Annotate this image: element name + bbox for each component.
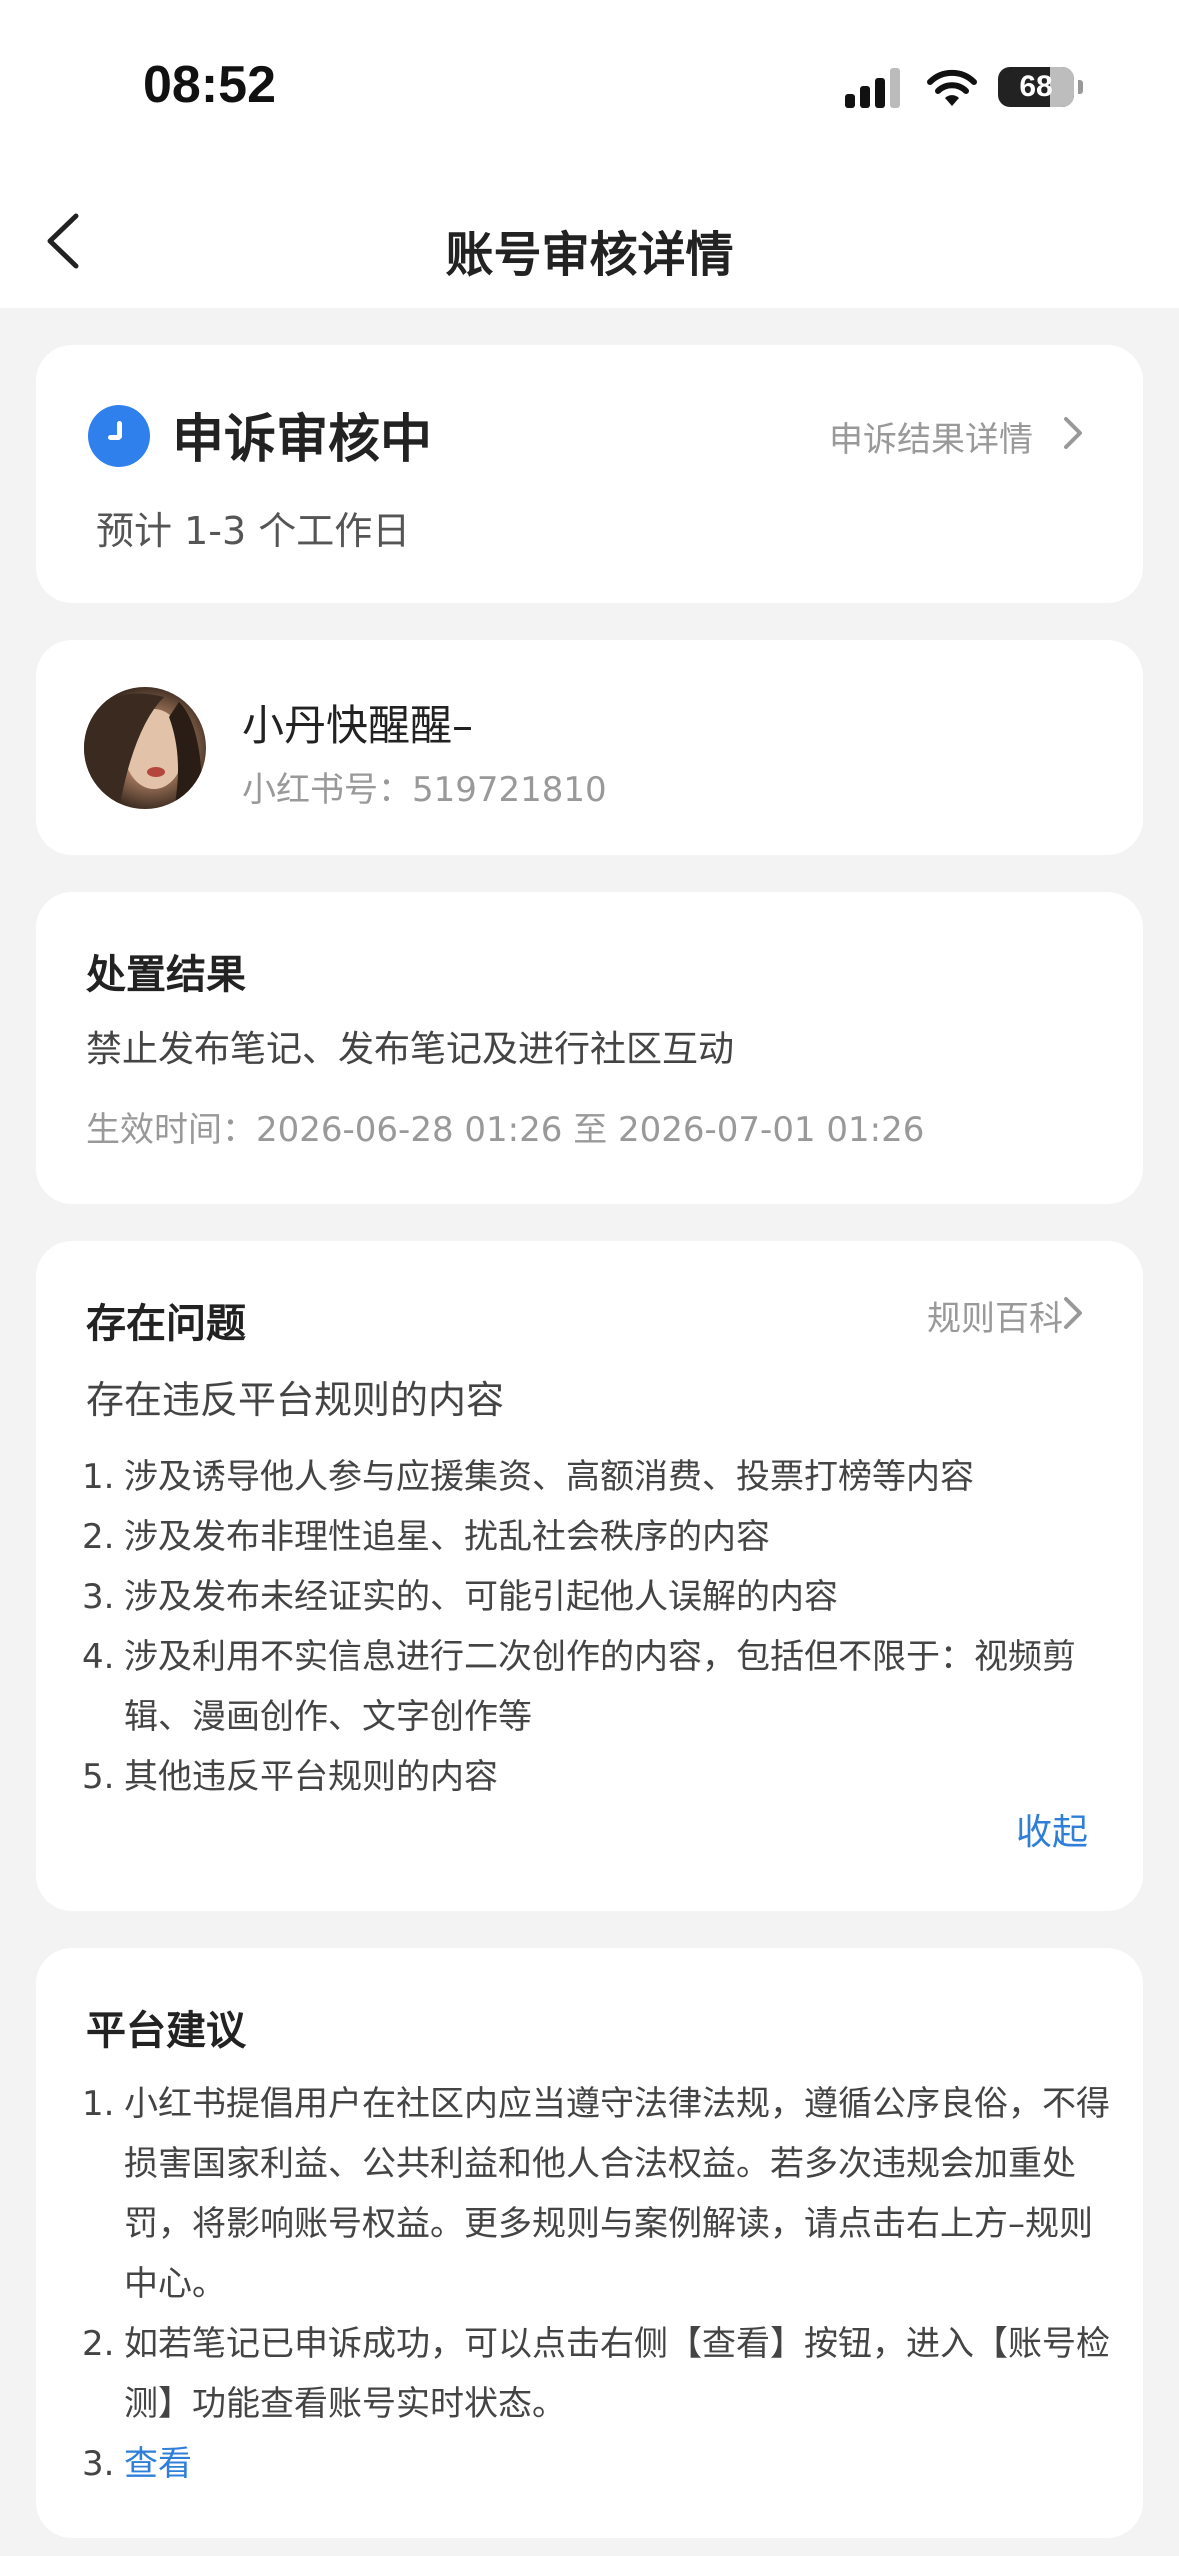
chevron-right-icon[interactable] — [1061, 1295, 1085, 1331]
issues-list: 1. 涉及诱导他人参与应援集资、高额消费、投票打榜等内容 2. 涉及发布非理性追星、… — [82, 1447, 1112, 1807]
issues-summary: 存在违反平台规则的内容 — [86, 1378, 505, 1422]
view-link[interactable]: 查看 — [124, 2444, 192, 2484]
list-item: 5. 其他违反平台规则的内容 — [82, 1757, 498, 1797]
appeal-status-title: 申诉审核中 — [172, 410, 433, 470]
list-item: 1. 涉及诱导他人参与应援集资、高额消费、投票打榜等内容 — [82, 1457, 974, 1497]
battery-icon: 68 — [998, 67, 1083, 107]
issues-card: 存在问题 规则百科 存在违反平台规则的内容 1. 涉及诱导他人参与应援集资、高额消… — [36, 1241, 1143, 1911]
list-item: 3. 涉及发布未经证实的、可能引起他人误解的内容 — [82, 1577, 838, 1617]
collapse-button[interactable]: 收起 — [1016, 1803, 1088, 1855]
list-item: 2. 涉及发布非理性追星、扰乱社会秩序的内容 — [82, 1517, 770, 1557]
issues-title: 存在问题 — [86, 1301, 246, 1347]
user-id: 小红书号：519721810 — [242, 770, 607, 810]
wifi-icon — [925, 66, 979, 110]
user-card: 小丹快醒醒– 小红书号：519721810 — [36, 640, 1143, 855]
disposal-effective-time: 生效时间：2026-06-28 01:26 至 2026-07-01 01:26 — [86, 1110, 925, 1150]
chevron-right-icon[interactable] — [1061, 415, 1085, 451]
list-item: 3. 查看 — [82, 2444, 192, 2484]
disposal-result: 禁止发布笔记、发布笔记及进行社区互动 — [86, 1029, 735, 1070]
disposal-card: 处置结果 禁止发布笔记、发布笔记及进行社区互动 生效时间：2026-06-28 … — [36, 892, 1143, 1204]
status-bar: 08:52 68 — [0, 0, 1179, 175]
user-name: 小丹快醒醒– — [242, 701, 474, 750]
battery-percent: 68 — [1019, 70, 1053, 103]
appeal-status-card: 申诉审核中 申诉结果详情 预计 1-3 个工作日 — [36, 345, 1143, 603]
clock-icon — [88, 405, 150, 467]
advice-card: 平台建议 1. 小红书提倡用户在社区内应当遵守法律法规，遵循公序良俗，不得损害国家… — [36, 1948, 1143, 2538]
list-item: 2. 如若笔记已申诉成功，可以点击右侧【查看】按钮，进入【账号检测】功能查看账号实… — [82, 2324, 1110, 2424]
status-time: 08:52 — [143, 56, 276, 114]
appeal-estimate: 预计 1-3 个工作日 — [96, 509, 411, 553]
disposal-title: 处置结果 — [86, 952, 246, 998]
rules-wiki-link[interactable]: 规则百科 — [927, 1291, 1063, 1340]
advice-list: 1. 小红书提倡用户在社区内应当遵守法律法规，遵循公序良俗，不得损害国家利益、公共… — [82, 2074, 1112, 2494]
navigation-bar: 账号审核详情 — [0, 175, 1179, 308]
advice-title: 平台建议 — [86, 2008, 246, 2054]
list-item: 4. 涉及利用不实信息进行二次创作的内容，包括但不限于：视频剪辑、漫画创作、文字创… — [82, 1637, 1076, 1737]
list-item: 1. 小红书提倡用户在社区内应当遵守法律法规，遵循公序良俗，不得损害国家利益、公共… — [82, 2084, 1110, 2304]
page-title: 账号审核详情 — [445, 227, 734, 283]
appeal-result-link[interactable]: 申诉结果详情 — [829, 412, 1033, 461]
avatar[interactable] — [84, 687, 206, 809]
cellular-signal-icon — [845, 68, 905, 108]
